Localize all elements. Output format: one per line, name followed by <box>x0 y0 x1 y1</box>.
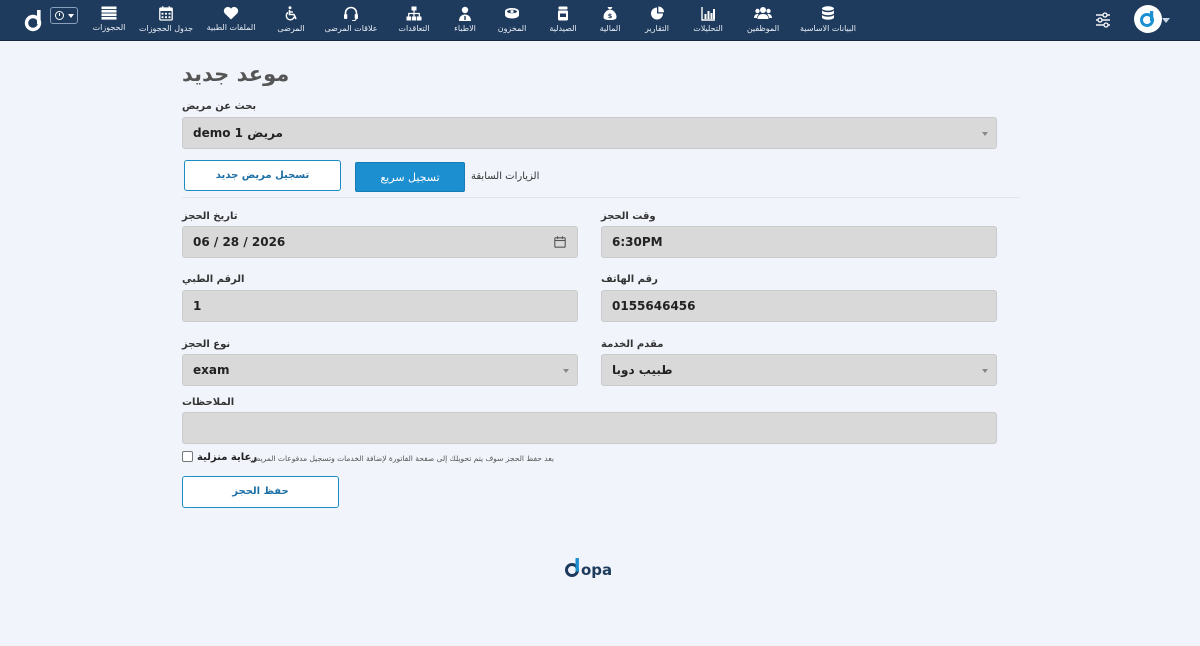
dopa-wordmark-logo: opa <box>565 558 612 579</box>
users-icon <box>754 7 772 19</box>
medical-number-input[interactable]: 1 <box>182 290 578 322</box>
notes-label: الملاحظات <box>182 397 235 408</box>
nav-label: المرضى <box>277 24 305 33</box>
dopa-logo-icon <box>24 10 42 32</box>
main-nav: البيانات الاساسية الموظفين التحليلات الت… <box>84 0 864 41</box>
svg-text:$: $ <box>608 12 613 20</box>
money-bag-icon: $ <box>603 7 617 20</box>
nav-item-bookings[interactable]: الحجوزات <box>84 0 134 41</box>
previous-visits-link[interactable]: الزيارات السابقة <box>471 171 539 182</box>
nav-label: الملفات الطبية <box>206 23 256 32</box>
nav-item-reports[interactable]: التقارير <box>632 0 682 41</box>
provider-select[interactable]: طبيب دوبا <box>601 354 997 386</box>
brand-logo <box>1134 5 1162 33</box>
nav-item-contracts[interactable]: التعاقدات <box>384 0 444 41</box>
nav-label: الاطباء <box>454 24 476 33</box>
nav-label: التعاقدات <box>398 24 430 33</box>
calendar-icon <box>159 6 173 21</box>
nav-label: المخزون <box>497 24 527 33</box>
nav-item-inventory[interactable]: المخزون <box>486 0 538 41</box>
pie-chart-icon <box>650 6 664 20</box>
page-title: موعد جديد <box>182 62 290 86</box>
nav-label: علاقات المرضى <box>324 24 378 33</box>
wheelchair-icon <box>285 6 297 21</box>
save-hint-text: بعد حفظ الحجز سوف يتم تحويلك إلى صفحة ال… <box>249 454 554 463</box>
list-icon <box>101 6 117 20</box>
nav-label: جدول الحجوزات <box>138 24 194 33</box>
nav-item-basic-data[interactable]: البيانات الاساسية <box>792 0 864 41</box>
nav-item-analytics[interactable]: التحليلات <box>682 0 734 41</box>
calendar-icon[interactable] <box>554 236 566 248</box>
home-logo-link[interactable] <box>24 7 46 33</box>
heart-icon <box>223 6 239 20</box>
sliders-icon <box>1096 12 1110 28</box>
save-booking-button[interactable]: حفظ الحجز <box>182 476 339 508</box>
bar-chart-icon <box>700 7 715 21</box>
footer-logo: opa <box>563 554 627 580</box>
booking-type-label: نوع الحجز <box>182 339 231 350</box>
nav-item-patients[interactable]: المرضى <box>264 0 318 41</box>
nav-item-finance[interactable]: $ المالية <box>588 0 632 41</box>
patient-search-value: مريض demo 1 <box>193 126 283 140</box>
nav-item-patient-relations[interactable]: علاقات المرضى <box>318 0 384 41</box>
nav-item-booking-schedule[interactable]: جدول الحجوزات <box>134 0 198 41</box>
notes-input[interactable] <box>182 412 997 444</box>
chevron-down-icon <box>68 14 74 18</box>
nav-item-employees[interactable]: الموظفين <box>734 0 792 41</box>
settings-sliders-button[interactable] <box>1094 11 1112 29</box>
database-icon <box>822 6 834 20</box>
section-divider <box>182 197 1020 198</box>
nav-label: البيانات الاساسية <box>800 24 856 33</box>
account-menu[interactable] <box>1130 4 1170 36</box>
new-patient-button[interactable]: تسجيل مريض جديد <box>184 160 341 191</box>
provider-value: طبيب دوبا <box>612 363 673 377</box>
top-navbar: البيانات الاساسية الموظفين التحليلات الت… <box>0 0 1200 41</box>
patient-search-label: بحث عن مريض <box>182 101 257 112</box>
clock-icon <box>55 11 64 20</box>
booking-type-value: exam <box>193 363 230 377</box>
home-care-checkbox[interactable] <box>182 451 193 462</box>
nav-item-pharmacy[interactable]: الصيدلية <box>538 0 588 41</box>
nav-item-medical-files[interactable]: الملفات الطبية <box>198 0 264 41</box>
booking-date-input[interactable]: 06 / 28 / 2026 <box>182 226 578 258</box>
chevron-down-icon <box>1162 18 1170 23</box>
org-chart-icon <box>406 6 422 21</box>
dopa-logo-icon <box>1140 11 1154 27</box>
nav-label: التقارير <box>644 24 670 33</box>
booking-time-label: وقت الحجز <box>601 211 656 222</box>
nav-label: المالية <box>599 24 621 33</box>
booking-time-input[interactable]: 6:30PM <box>601 226 997 258</box>
boxes-icon <box>505 8 519 19</box>
phone-label: رقم الهاتف <box>601 274 658 285</box>
nav-item-doctors[interactable]: الاطباء <box>444 0 486 41</box>
phone-input[interactable]: 0155646456 <box>601 290 997 322</box>
doctor-icon <box>459 6 471 21</box>
headset-icon <box>344 6 358 21</box>
quick-time-dropdown[interactable] <box>50 7 78 24</box>
nav-label: الحجوزات <box>92 23 126 32</box>
nav-label: الصيدلية <box>549 24 577 33</box>
footer-logo-text: opa <box>581 561 612 579</box>
patient-search-select[interactable]: مريض demo 1 <box>182 117 997 149</box>
quick-register-button[interactable]: تسجيل سريع <box>355 162 465 192</box>
nav-label: الموظفين <box>746 24 780 33</box>
booking-type-select[interactable]: exam <box>182 354 578 386</box>
nav-label: التحليلات <box>693 24 723 33</box>
provider-label: مقدم الخدمة <box>601 339 664 350</box>
medical-number-label: الرقم الطبي <box>182 274 245 285</box>
medicine-icon <box>558 6 568 21</box>
booking-date-value: 06 / 28 / 2026 <box>193 235 286 249</box>
booking-date-label: تاريخ الحجز <box>182 211 238 222</box>
